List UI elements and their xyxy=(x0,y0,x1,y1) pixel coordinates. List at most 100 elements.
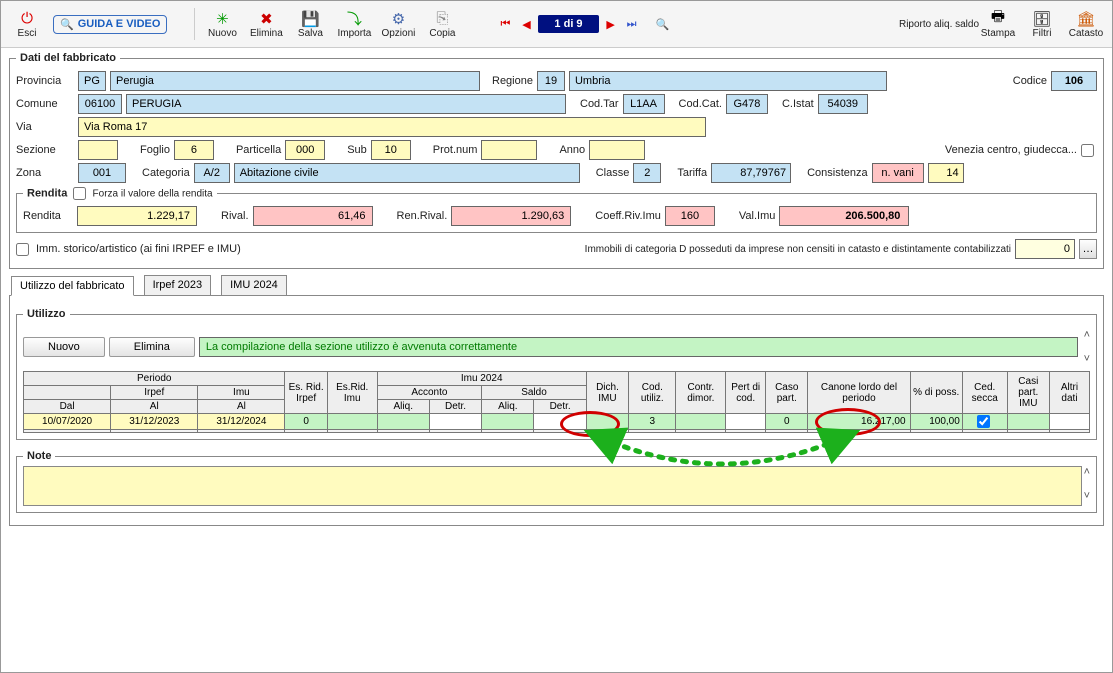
cell-altri-dati[interactable] xyxy=(1049,414,1089,430)
scroll-down-icon[interactable]: ˅ xyxy=(1084,490,1090,502)
tab-utilizzo[interactable]: Utilizzo del fabbricato xyxy=(11,276,134,296)
ced-secca-checkbox[interactable] xyxy=(977,415,990,428)
cell-caso-part[interactable]: 0 xyxy=(766,414,808,430)
th-imu: Imu xyxy=(198,386,285,400)
filters-button[interactable]: 🗄 Filtri xyxy=(1022,5,1062,43)
cell-esrid-irpef[interactable]: 0 xyxy=(285,414,327,430)
cell-sal-aliq[interactable] xyxy=(482,414,534,430)
consistenza-unit[interactable]: n. vani xyxy=(872,163,924,183)
codice-value[interactable]: 106 xyxy=(1051,71,1097,91)
rival-input[interactable]: 61,46 xyxy=(253,206,373,226)
foglio-input[interactable]: 6 xyxy=(174,140,214,160)
zona-input[interactable]: 001 xyxy=(78,163,126,183)
exit-button[interactable]: ⏻ Esci xyxy=(7,5,47,43)
th-altri-dati: Altri dati xyxy=(1049,372,1089,414)
protnum-input[interactable] xyxy=(481,140,537,160)
cell-acc-aliq[interactable] xyxy=(377,414,429,430)
cell-esrid-imu[interactable] xyxy=(327,414,377,430)
regione-name[interactable]: Umbria xyxy=(569,71,887,91)
import-button[interactable]: ⤵ Importa xyxy=(334,5,374,43)
utilizzo-table[interactable]: Periodo Es. Rid. Irpef Es.Rid. Imu Imu 2… xyxy=(23,371,1090,433)
cell-dich-imu[interactable] xyxy=(586,414,628,430)
forza-rendita-checkbox[interactable] xyxy=(73,187,86,200)
separator xyxy=(194,8,195,40)
scroll-down-icon[interactable]: ˅ xyxy=(1084,353,1090,365)
comune-code[interactable]: 06100 xyxy=(78,94,122,114)
scroll-up-icon[interactable]: ˄ xyxy=(1084,466,1090,478)
th-ced-secca: Ced. secca xyxy=(962,372,1007,414)
prev-page-button[interactable]: ◀ xyxy=(517,15,535,33)
categoria-desc[interactable]: Abitazione civile xyxy=(234,163,580,183)
rendita-group: Rendita Forza il valore della rendita Re… xyxy=(16,187,1097,233)
scroll-up-icon[interactable]: ˄ xyxy=(1084,329,1090,341)
cell-sal-detr[interactable] xyxy=(534,414,586,430)
sezione-input[interactable] xyxy=(78,140,118,160)
th-irpef: Irpef xyxy=(111,386,198,400)
tab-imu[interactable]: IMU 2024 xyxy=(221,275,287,295)
consistenza-input[interactable]: 14 xyxy=(928,163,964,183)
categoria-d-input[interactable]: 0 xyxy=(1015,239,1075,259)
sub-input[interactable]: 10 xyxy=(371,140,411,160)
last-page-button[interactable]: ⏭ xyxy=(623,15,641,33)
storico-checkbox[interactable] xyxy=(16,243,29,256)
riporto-button[interactable]: Riporto aliq. saldo xyxy=(904,5,974,43)
th-sal-aliq: Aliq. xyxy=(482,400,534,414)
categoria-d-more-button[interactable]: … xyxy=(1079,239,1097,259)
provincia-code[interactable]: PG xyxy=(78,71,106,91)
th-sal-detr: Detr. xyxy=(534,400,586,414)
provincia-name[interactable]: Perugia xyxy=(110,71,480,91)
renrival-input[interactable]: 1.290,63 xyxy=(451,206,571,226)
search-page-button[interactable]: 🔍 xyxy=(654,15,672,33)
print-button[interactable]: 🖶 Stampa xyxy=(978,5,1018,43)
cell-imu-al[interactable]: 31/12/2024 xyxy=(198,414,285,430)
utilizzo-new-button[interactable]: Nuovo xyxy=(23,337,105,357)
comune-name[interactable]: PERUGIA xyxy=(126,94,566,114)
cell-pert-di-cod[interactable] xyxy=(726,414,766,430)
tab-irpef[interactable]: Irpef 2023 xyxy=(144,275,212,295)
comune-label: Comune xyxy=(16,98,74,110)
codcat-value[interactable]: G478 xyxy=(726,94,768,114)
cell-acc-detr[interactable] xyxy=(429,414,481,430)
copy-button[interactable]: ⎘ Copia xyxy=(422,5,462,43)
delete-button[interactable]: ✖ Elimina xyxy=(246,5,286,43)
next-page-button[interactable]: ▶ xyxy=(602,15,620,33)
rendita-input[interactable]: 1.229,17 xyxy=(77,206,197,226)
venezia-checkbox[interactable] xyxy=(1081,144,1094,157)
regione-code[interactable]: 19 xyxy=(537,71,565,91)
coeff-input[interactable]: 160 xyxy=(665,206,715,226)
cell-perc-poss[interactable]: 100,00 xyxy=(910,414,962,430)
help-video-button[interactable]: 🔍 GUIDA E VIDEO xyxy=(53,15,167,34)
codtar-value[interactable]: L1AA xyxy=(623,94,665,114)
gear-icon: ⚙ xyxy=(392,10,405,28)
cell-irpef-al[interactable]: 31/12/2023 xyxy=(111,414,198,430)
classe-input[interactable]: 2 xyxy=(633,163,661,183)
valimu-input[interactable]: 206.500,80 xyxy=(779,206,909,226)
anno-input[interactable] xyxy=(589,140,645,160)
cistat-value[interactable]: 54039 xyxy=(818,94,868,114)
tariffa-input[interactable]: 87,79767 xyxy=(711,163,791,183)
cell-ced-secca[interactable] xyxy=(962,414,1007,430)
options-button[interactable]: ⚙ Opzioni xyxy=(378,5,418,43)
new-button[interactable]: ✳ Nuovo xyxy=(202,5,242,43)
cell-contr-dimor[interactable] xyxy=(676,414,726,430)
codice-label: Codice xyxy=(1013,75,1047,87)
cell-cod-utiliz[interactable]: 3 xyxy=(629,414,676,430)
via-input[interactable]: Via Roma 17 xyxy=(78,117,706,137)
catasto-button[interactable]: 🏛 Catasto xyxy=(1066,5,1106,43)
th-imu2024: Imu 2024 xyxy=(377,372,586,386)
dati-fabbricato-group: Dati del fabbricato Provincia PG Perugia… xyxy=(9,52,1104,269)
utilizzo-message: La compilazione della sezione utilizzo è… xyxy=(199,337,1078,357)
cell-casi-part-imu[interactable] xyxy=(1007,414,1049,430)
categoria-code[interactable]: A/2 xyxy=(194,163,230,183)
table-row-empty[interactable] xyxy=(24,430,1090,433)
cell-dal[interactable]: 10/07/2020 xyxy=(24,414,111,430)
note-textarea[interactable] xyxy=(23,466,1082,506)
sub-label: Sub xyxy=(347,144,367,156)
cell-canone[interactable]: 16.217,00 xyxy=(808,414,910,430)
utilizzo-delete-button[interactable]: Elimina xyxy=(109,337,195,357)
table-row[interactable]: 10/07/2020 31/12/2023 31/12/2024 0 3 xyxy=(24,414,1090,430)
particella-input[interactable]: 000 xyxy=(285,140,325,160)
first-page-button[interactable]: ⏮ xyxy=(496,15,514,33)
save-button[interactable]: 💾 Salva xyxy=(290,5,330,43)
pager-label: 1 di 9 xyxy=(538,15,598,33)
